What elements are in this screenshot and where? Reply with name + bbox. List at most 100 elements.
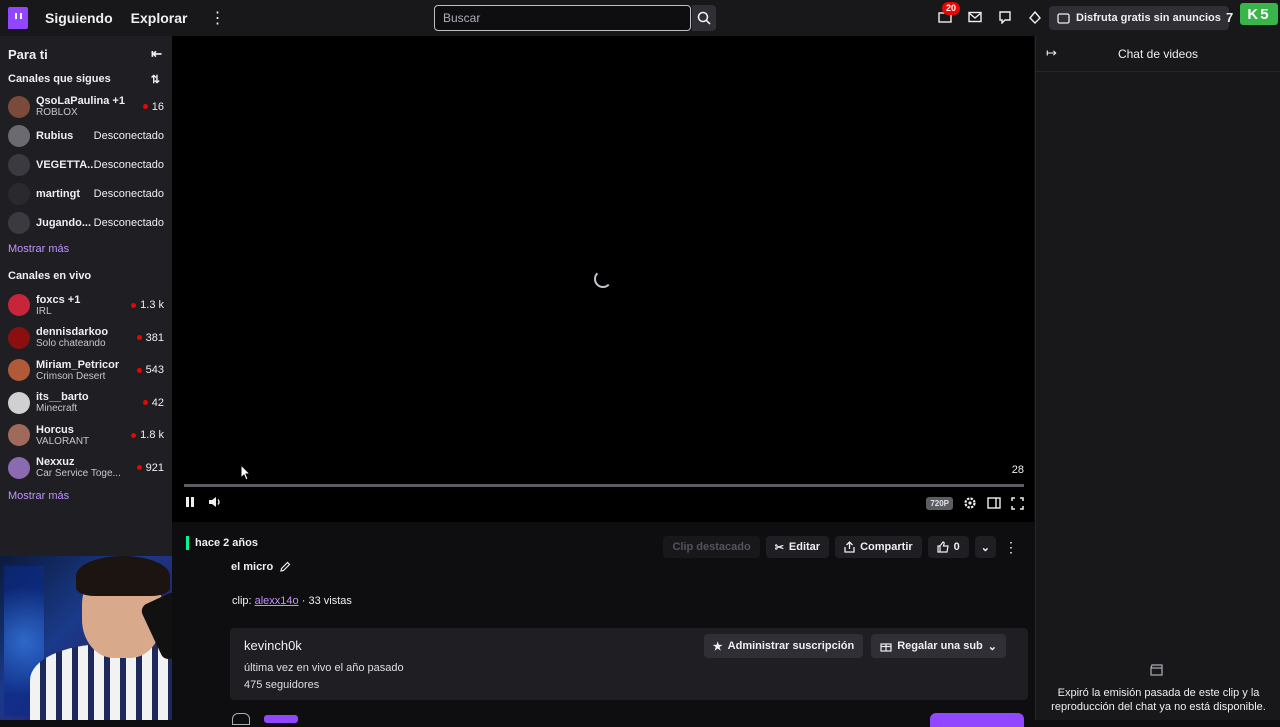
nav-following-link[interactable]: Siguiendo xyxy=(45,10,113,26)
whispers-icon[interactable] xyxy=(996,8,1014,26)
followed-channel-item[interactable]: Jugando... Desconectado xyxy=(0,208,172,237)
avatar xyxy=(8,294,30,317)
live-channel-item[interactable]: dennisdarkoo Solo chateando 381 xyxy=(0,322,172,355)
clip-age-label: hace 2 años xyxy=(195,537,258,549)
channel-game: IRL xyxy=(36,305,52,317)
tab-clips[interactable] xyxy=(232,713,250,725)
like-dropdown-button[interactable]: ⌄ xyxy=(974,536,996,558)
avatar xyxy=(8,153,30,176)
share-button[interactable]: Compartir xyxy=(835,536,922,558)
channel-info: VEGETTA... xyxy=(36,159,94,171)
user-menu-icon[interactable]: 7 xyxy=(1226,10,1233,25)
search-placeholder: Buscar xyxy=(443,11,481,25)
fullscreen-icon[interactable] xyxy=(1011,496,1024,510)
status-label: Desconectado xyxy=(93,216,164,229)
seek-bar[interactable] xyxy=(184,484,1024,487)
channel-info: its__barto Minecraft xyxy=(36,391,143,414)
player-controls-right: 720P xyxy=(926,496,1024,510)
clip-views: · 33 vistas xyxy=(301,595,352,607)
followed-channel-item[interactable]: VEGETTA... Desconectado xyxy=(0,150,172,179)
pause-icon[interactable] xyxy=(184,496,196,508)
viewer-count-label: 1.8 k xyxy=(140,429,164,442)
loading-spinner-icon xyxy=(594,270,612,288)
channel-name: Miriam_Petricor xyxy=(36,358,120,371)
show-more-live-link[interactable]: Mostrar más xyxy=(0,484,172,508)
followed-channel-item[interactable]: Rubius Desconectado xyxy=(0,121,172,150)
volume-icon[interactable] xyxy=(208,496,222,508)
avatar xyxy=(8,359,30,382)
video-player[interactable]: 28 720P xyxy=(172,36,1034,522)
chat-panel: ↦ Chat de videos Expiró la emisión pasad… xyxy=(1035,36,1280,720)
channel-status: Desconectado xyxy=(94,159,164,171)
avatar xyxy=(8,456,30,479)
theatre-mode-icon[interactable] xyxy=(987,497,1001,509)
gift-sub-button[interactable]: Regalar una sub ⌄ xyxy=(871,634,1006,658)
gift-chevron-down-icon: ⌄ xyxy=(987,640,997,653)
more-options-icon[interactable]: ⋮ xyxy=(209,8,225,28)
search-button[interactable] xyxy=(692,5,716,31)
followed-channel-item[interactable]: QsoLaPaulina +1 ROBLOX 16 xyxy=(0,92,172,121)
tab-popular[interactable] xyxy=(264,713,298,725)
sort-icon[interactable]: ⇅ xyxy=(151,73,160,86)
twitch-logo-icon[interactable] xyxy=(8,7,28,29)
nav-browse-link[interactable]: Explorar xyxy=(131,10,188,26)
sidebar-title: Para ti xyxy=(8,46,48,62)
live-channel-item[interactable]: Miriam_Petricor Crimson Desert 543 xyxy=(0,354,172,387)
status-label: Desconectado xyxy=(93,187,164,200)
settings-gear-icon[interactable] xyxy=(963,496,977,510)
bits-icon[interactable] xyxy=(1026,8,1044,26)
live-channel-item[interactable]: Nexxuz Car Service Toge... 921 xyxy=(0,452,172,485)
viewer-count: 381 xyxy=(136,332,164,344)
clip-age: hace 2 años xyxy=(186,536,258,550)
manage-subscription-button[interactable]: ★ Administrar suscripción xyxy=(703,634,864,658)
collapse-chat-icon[interactable]: ↦ xyxy=(1046,45,1057,61)
follow-button[interactable] xyxy=(930,713,1024,727)
channel-game: VALORANT xyxy=(36,435,90,447)
featured-clip-button[interactable]: Clip destacado xyxy=(663,536,760,558)
viewer-count-label: 921 xyxy=(145,461,164,474)
edit-title-pencil-icon[interactable] xyxy=(279,561,291,573)
clipper-link[interactable]: alexx14o xyxy=(255,595,299,607)
viewer-count: 921 xyxy=(136,461,164,474)
followed-channel-item[interactable]: martingt Desconectado xyxy=(0,179,172,208)
inbox-icon[interactable] xyxy=(966,8,984,26)
viewer-count: 543 xyxy=(136,364,164,376)
live-indicator-icon xyxy=(136,367,142,373)
clip-info-area: hace 2 años el micro clip: alexx14o · 33… xyxy=(172,522,1034,727)
chevron-down-icon: ⌄ xyxy=(980,541,990,554)
channel-info: Nexxuz Car Service Toge... xyxy=(36,456,137,479)
live-indicator-icon xyxy=(136,335,142,341)
show-more-followed-link[interactable]: Mostrar más xyxy=(0,237,172,261)
channel-name: Jugando... xyxy=(36,216,91,229)
live-indicator-icon xyxy=(142,104,148,109)
channel-name: martingt xyxy=(36,187,80,200)
channel-name: Nexxuz xyxy=(36,456,75,469)
nav-icons: 20 xyxy=(936,2,1044,26)
live-indicator-icon xyxy=(142,400,148,406)
like-button[interactable]: 0 xyxy=(927,536,969,558)
notifications-icon[interactable]: 20 xyxy=(936,2,961,26)
collapse-sidebar-icon[interactable]: ⇤ xyxy=(151,46,162,62)
search-input[interactable]: Buscar xyxy=(434,5,691,31)
channel-name: foxcs +1 xyxy=(36,293,81,306)
share-icon xyxy=(844,541,855,553)
turbo-promo-button[interactable]: Disfruta gratis sin anuncios xyxy=(1049,6,1229,30)
avatar xyxy=(8,95,30,118)
channel-name[interactable]: kevinch0k xyxy=(244,638,302,653)
clip-more-options-icon[interactable]: ⋮ xyxy=(1002,539,1020,556)
channel-info: foxcs +1 IRL xyxy=(36,294,131,317)
gift-icon xyxy=(880,643,892,652)
chat-expired-message: Expiró la emisión pasada de este clip y … xyxy=(1051,687,1266,713)
live-channel-item[interactable]: Horcus VALORANT 1.8 k xyxy=(0,419,172,452)
channel-status: Desconectado xyxy=(94,188,164,200)
bottom-tabs xyxy=(232,713,298,725)
clip-meta: clip: alexx14o · 33 vistas xyxy=(232,595,352,607)
channel-game: Car Service Toge... xyxy=(36,468,121,480)
live-channel-item[interactable]: its__barto Minecraft 42 xyxy=(0,387,172,420)
live-channel-list: foxcs +1 IRL 1.3 k dennisdarkoo Solo chatean… xyxy=(0,289,172,484)
channel-status: 16 xyxy=(142,101,164,113)
sidebar: Para ti ⇤ Canales que sigues ⇅ QsoLaPaul… xyxy=(0,36,172,556)
live-channel-item[interactable]: foxcs +1 IRL 1.3 k xyxy=(0,289,172,322)
channel-game: ROBLOX xyxy=(36,107,78,118)
edit-clip-button[interactable]: ✂ Editar xyxy=(765,536,830,558)
